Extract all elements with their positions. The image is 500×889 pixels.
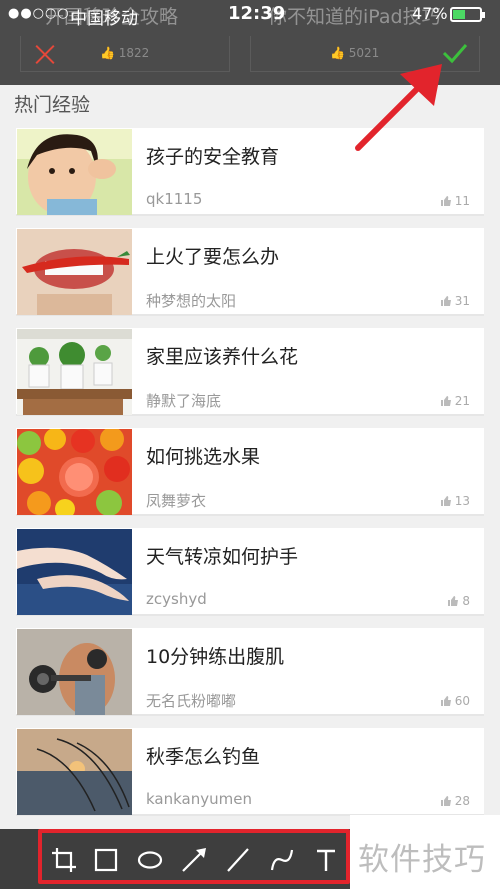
item-title: 家里应该养什么花	[146, 346, 299, 368]
like-count: 60	[440, 694, 470, 708]
item-title: 天气转凉如何护手	[146, 546, 299, 568]
text-tool-button[interactable]	[312, 846, 340, 874]
thumbnail-image	[17, 729, 132, 815]
rectangle-tool-button[interactable]	[92, 846, 120, 874]
annotation-arrow-icon	[355, 64, 442, 151]
item-title: 如何挑选水果	[146, 446, 261, 468]
list-item[interactable]: 秋季怎么钓鱼 kankanyumen 28	[16, 728, 484, 816]
thumbs-up-icon	[440, 196, 451, 206]
item-author: 种梦想的太阳	[146, 292, 237, 310]
rectangle-icon	[94, 848, 118, 872]
thumbs-up-icon	[440, 496, 451, 506]
like-count: 28	[440, 794, 470, 808]
thumbnail-image	[17, 329, 132, 415]
arrow-tool-button[interactable]	[180, 846, 208, 874]
signal-icon: ●●○○○	[8, 6, 70, 21]
carrier-label: 中国移动	[70, 9, 138, 29]
item-author: 静默了海底	[146, 392, 222, 410]
cancel-button[interactable]	[34, 43, 56, 65]
item-author: zcyshyd	[146, 590, 207, 608]
like-count: 11	[440, 194, 470, 208]
ellipse-icon	[137, 851, 163, 869]
list-item[interactable]: 10分钟练出腹肌 无名氏粉嘟嘟 60	[16, 628, 484, 716]
thumbs-up-icon	[440, 696, 451, 706]
thumbnail-image	[17, 529, 132, 615]
curve-tool-button[interactable]	[268, 846, 296, 874]
list-item[interactable]: 如何挑选水果 凤舞萝衣 13	[16, 428, 484, 516]
battery-icon	[450, 7, 485, 22]
item-title: 孩子的安全教育	[146, 146, 280, 168]
item-author: 凤舞萝衣	[146, 492, 207, 510]
like-count: 31	[440, 294, 470, 308]
line-icon	[227, 848, 249, 872]
like-count: 21	[440, 394, 470, 408]
item-title: 上火了要怎么办	[146, 246, 280, 268]
list-item[interactable]: 家里应该养什么花 静默了海底 21	[16, 328, 484, 416]
item-author: qk1115	[146, 190, 203, 208]
item-author: 无名氏粉嘟嘟	[146, 692, 237, 710]
list-item[interactable]: 天气转凉如何护手 zcyshyd 8	[16, 528, 484, 616]
arrow-icon	[182, 848, 206, 872]
crop-tool-button[interactable]	[50, 846, 78, 874]
thumbs-up-icon	[440, 296, 451, 306]
thumbs-up-icon	[440, 796, 451, 806]
item-author: kankanyumen	[146, 790, 252, 808]
line-tool-button[interactable]	[224, 846, 252, 874]
status-bar: ●●○○○ 中国移动 12:39 47%	[0, 0, 500, 30]
like-count: 8	[447, 594, 470, 608]
background-card-likes: 👍 1822	[100, 46, 150, 60]
thumbs-up-icon	[440, 396, 451, 406]
ellipse-tool-button[interactable]	[136, 846, 164, 874]
background-card-likes: 👍 5021	[330, 46, 380, 60]
watermark-text: 软件技巧	[358, 842, 486, 878]
section-title: 热门经验	[14, 94, 91, 116]
curve-icon	[270, 849, 294, 871]
thumbnail-image	[17, 129, 132, 215]
thumbnail-image	[17, 629, 132, 715]
like-count: 13	[440, 494, 470, 508]
text-icon	[317, 849, 335, 871]
status-time: 12:39	[228, 3, 286, 24]
battery-percent: 47%	[412, 4, 448, 23]
thumbnail-image	[17, 429, 132, 515]
item-title: 10分钟练出腹肌	[146, 646, 285, 668]
crop-icon	[52, 848, 76, 872]
thumbnail-image	[17, 229, 132, 315]
thumbs-up-icon	[448, 596, 459, 606]
item-title: 秋季怎么钓鱼	[146, 746, 261, 768]
list-item[interactable]: 上火了要怎么办 种梦想的太阳 31	[16, 228, 484, 316]
